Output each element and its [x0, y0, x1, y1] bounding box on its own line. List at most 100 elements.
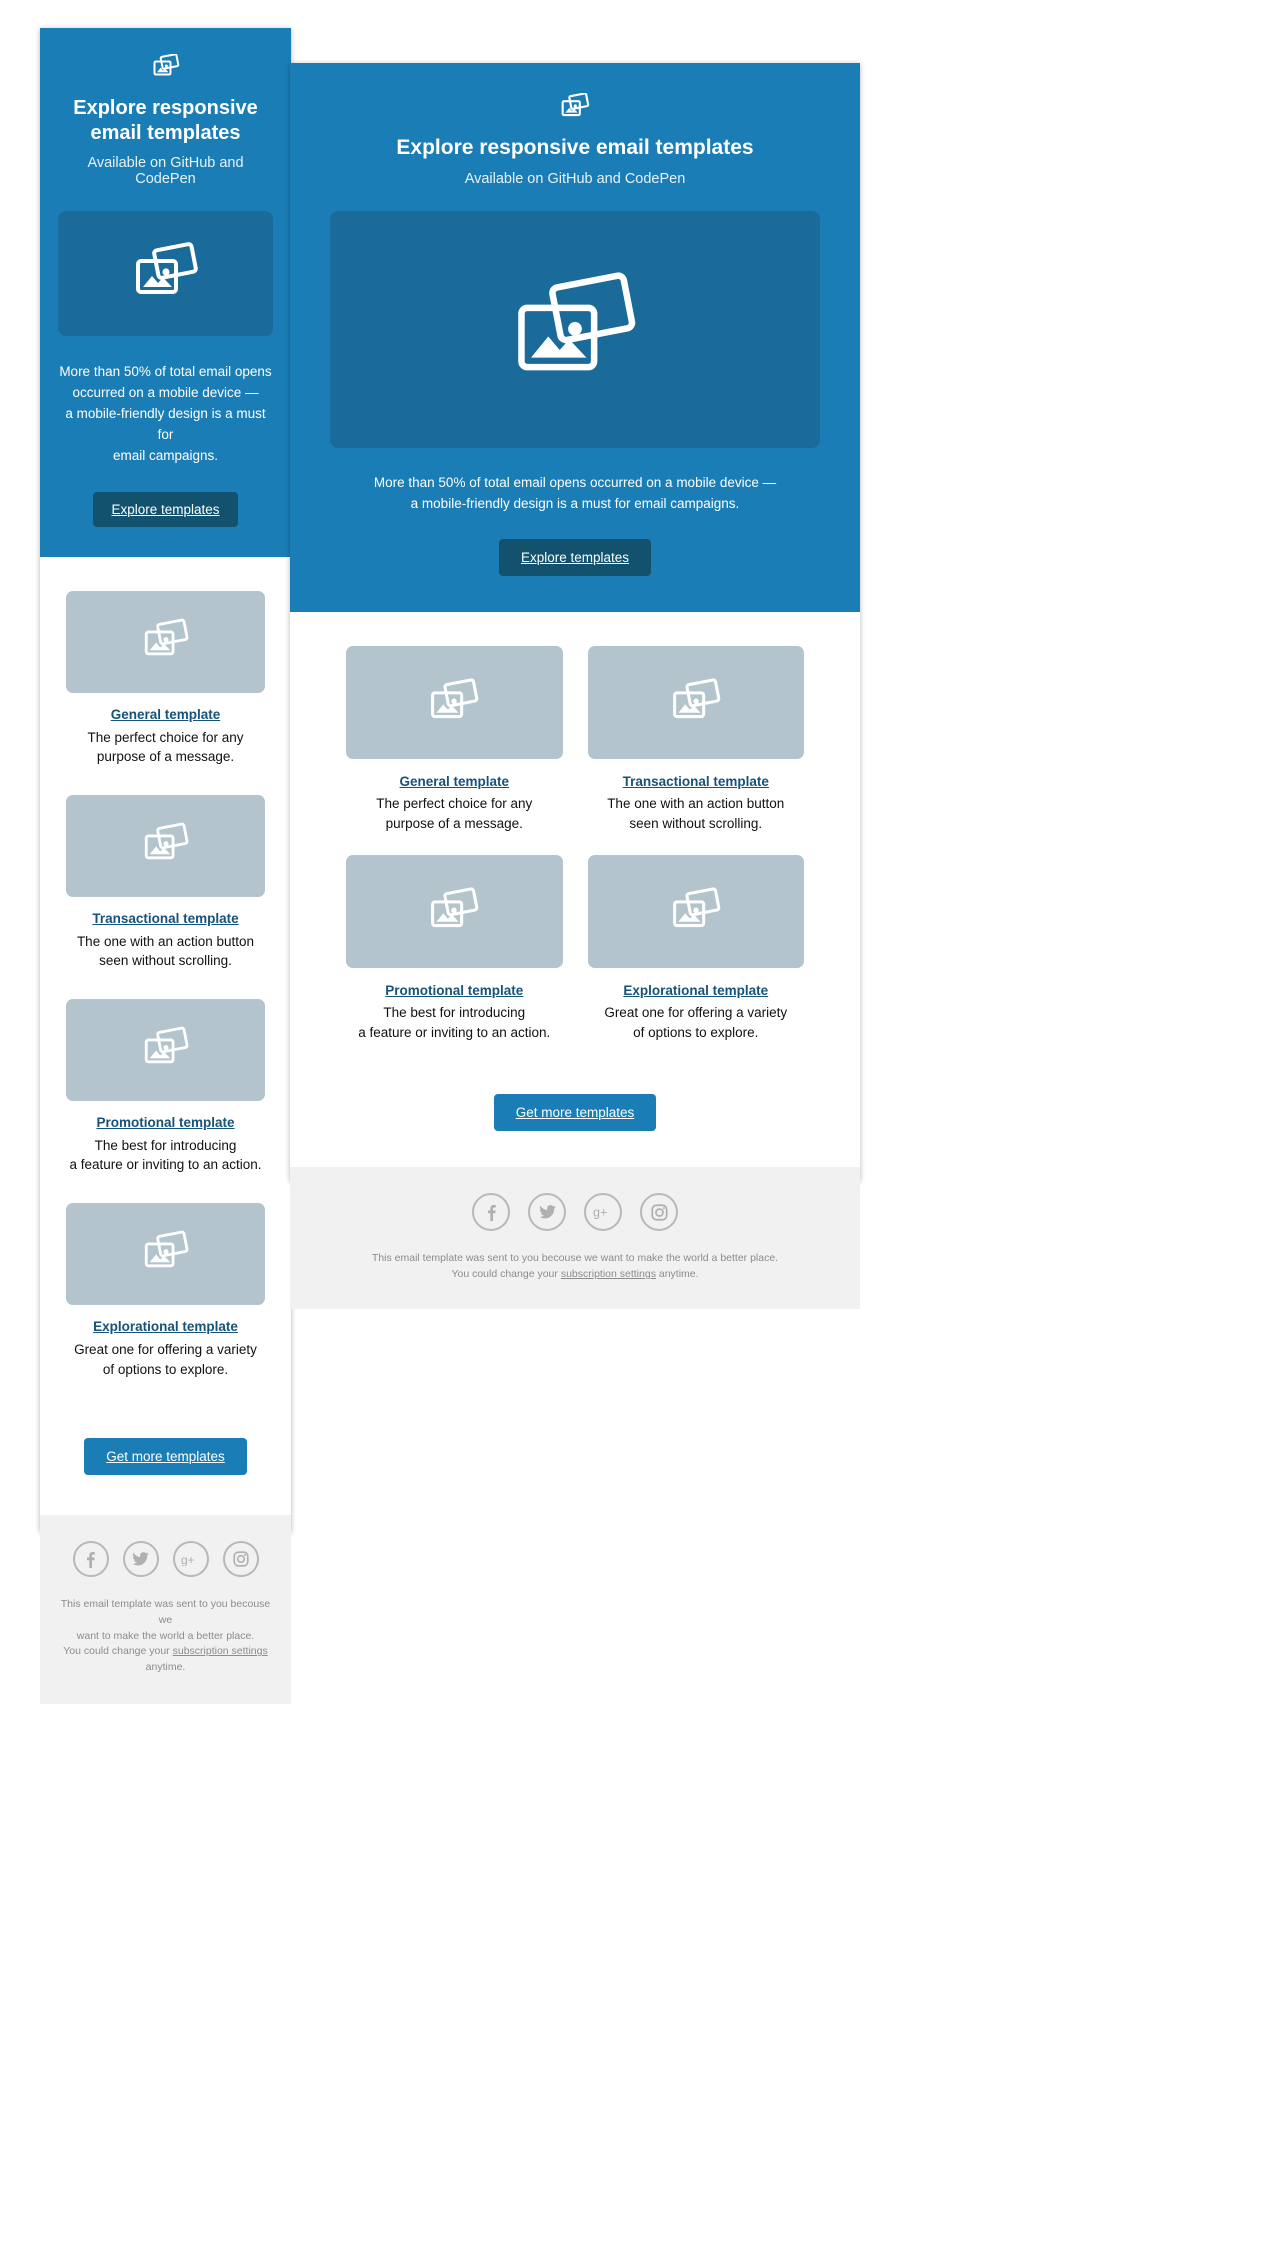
- template-card[interactable]: Explorational template Great one for off…: [587, 855, 805, 1042]
- template-thumbnail: [587, 646, 804, 760]
- mobile-hero-section: Explore responsive email templates Avail…: [40, 28, 291, 557]
- template-title-link[interactable]: General template: [66, 707, 265, 722]
- svg-text:g+: g+: [181, 1553, 195, 1566]
- template-description-line: Great one for offering a variety: [604, 1005, 788, 1021]
- template-thumbnail: [346, 646, 563, 760]
- page-title: Explore responsive email templates: [396, 136, 754, 159]
- mobile-get-more-wrapper: Get more templates: [40, 1407, 291, 1515]
- photo-stack-icon: [330, 93, 820, 119]
- template-title-link[interactable]: Transactional template: [588, 774, 805, 789]
- template-description: The best for introducing a feature or in…: [346, 1003, 563, 1042]
- template-thumbnail: [66, 1202, 265, 1305]
- photo-stack-icon: [58, 54, 273, 78]
- template-card[interactable]: Promotional template The best for introd…: [346, 855, 563, 1042]
- photo-stack-icon: [142, 1026, 190, 1073]
- svg-text:g+: g+: [593, 1206, 607, 1219]
- photo-stack-icon: [132, 242, 200, 305]
- subscription-settings-link[interactable]: subscription settings: [173, 1645, 268, 1657]
- mobile-template-list: General template The perfect choice for …: [40, 557, 291, 1380]
- template-description-line: The perfect choice for any: [376, 796, 533, 812]
- template-title-link[interactable]: Transactional template: [66, 911, 265, 926]
- template-description-line: purpose of a message.: [96, 749, 235, 765]
- hero-body-line: occurred on a mobile device —: [72, 384, 259, 400]
- get-more-templates-button[interactable]: Get more templates: [493, 1094, 657, 1132]
- footer-note-line: anytime.: [145, 1661, 186, 1674]
- get-more-templates-button[interactable]: Get more templates: [84, 1438, 247, 1476]
- photo-stack-icon: [142, 618, 190, 665]
- page-title: Explore responsive email templates: [73, 97, 258, 144]
- photo-stack-icon: [510, 271, 640, 388]
- instagram-icon[interactable]: [222, 1541, 259, 1578]
- template-description: Great one for offering a variety of opti…: [66, 1340, 265, 1379]
- template-thumbnail: [66, 590, 265, 693]
- template-title-link[interactable]: Explorational template: [588, 983, 805, 998]
- google-plus-icon[interactable]: g+: [584, 1193, 622, 1232]
- template-description: Great one for offering a variety of opti…: [588, 1003, 805, 1042]
- hero-body-line: More than 50% of total email opens: [59, 364, 272, 379]
- footer-note-line: This email template was sent to you beco…: [371, 1252, 779, 1265]
- twitter-icon[interactable]: [528, 1193, 566, 1232]
- template-description-line: of options to explore.: [102, 1361, 229, 1377]
- footer-note-line: You could change your: [451, 1268, 561, 1281]
- template-title-link[interactable]: Explorational template: [66, 1319, 265, 1334]
- explore-templates-label: Explore templates: [111, 501, 220, 517]
- twitter-icon[interactable]: [122, 1541, 159, 1578]
- template-card[interactable]: Promotional template The best for introd…: [66, 998, 265, 1175]
- footer-note-line: want to make the world a better place.: [76, 1629, 255, 1642]
- template-description-line: seen without scrolling.: [629, 815, 763, 831]
- hero-image-placeholder: [58, 211, 273, 336]
- template-card[interactable]: Transactional template The one with an a…: [587, 646, 805, 833]
- hero-image-placeholder: [330, 211, 820, 449]
- photo-stack-icon: [428, 678, 480, 728]
- template-title-link[interactable]: General template: [346, 774, 563, 789]
- mobile-footer: g+ This email template was sent to you b…: [40, 1515, 291, 1704]
- template-thumbnail: [66, 998, 265, 1101]
- footer-disclaimer: This email template was sent to you beco…: [310, 1251, 840, 1283]
- footer-note-line: This email template was sent to you beco…: [60, 1598, 271, 1626]
- template-description-line: The one with an action button: [76, 933, 255, 949]
- social-links: g+: [60, 1541, 271, 1578]
- subscription-settings-link[interactable]: subscription settings: [561, 1268, 656, 1280]
- template-description-line: a feature or inviting to an action.: [69, 1157, 262, 1173]
- photo-stack-icon: [142, 1230, 190, 1277]
- template-thumbnail: [587, 855, 804, 969]
- social-links: g+: [310, 1193, 840, 1232]
- template-description-line: The one with an action button: [607, 796, 785, 812]
- photo-stack-icon: [670, 678, 722, 728]
- hero-subtitle: Available on GitHub and CodePen: [87, 155, 244, 187]
- template-thumbnail: [66, 794, 265, 897]
- template-description: The one with an action button seen witho…: [588, 794, 805, 833]
- desktop-hero-section: Explore responsive email templates Avail…: [290, 63, 860, 613]
- template-description: The best for introducing a feature or in…: [66, 1136, 265, 1175]
- google-plus-icon[interactable]: g+: [172, 1541, 209, 1578]
- mobile-email-preview: Explore responsive email templates Avail…: [40, 28, 291, 1704]
- template-description-line: Great one for offering a variety: [74, 1341, 257, 1357]
- hero-body-text: More than 50% of total email opens occur…: [58, 362, 273, 467]
- template-description-line: The best for introducing: [94, 1137, 237, 1153]
- facebook-icon[interactable]: [472, 1193, 510, 1232]
- template-description-line: seen without scrolling.: [99, 953, 232, 969]
- template-card[interactable]: Explorational template Great one for off…: [66, 1202, 265, 1379]
- photo-stack-icon: [670, 887, 722, 937]
- explore-templates-button[interactable]: Explore templates: [93, 491, 238, 527]
- instagram-icon[interactable]: [640, 1193, 678, 1232]
- photo-stack-icon: [142, 822, 190, 869]
- desktop-footer: g+ This email template was sent to you b…: [290, 1167, 860, 1309]
- photo-stack-icon: [428, 887, 480, 937]
- template-description-line: The best for introducing: [383, 1005, 526, 1021]
- hero-body-line: More than 50% of total email opens occur…: [373, 475, 777, 491]
- explore-templates-button[interactable]: Explore templates: [498, 539, 652, 577]
- template-card[interactable]: Transactional template The one with an a…: [66, 794, 265, 971]
- footer-disclaimer: This email template was sent to you beco…: [60, 1597, 271, 1676]
- footer-note-line: You could change your: [63, 1645, 173, 1658]
- template-description-line: a feature or inviting to an action.: [358, 1024, 551, 1040]
- footer-note-line: anytime.: [655, 1268, 699, 1281]
- template-description: The one with an action button seen witho…: [66, 932, 265, 971]
- template-title-link[interactable]: Promotional template: [346, 983, 563, 998]
- template-card[interactable]: General template The perfect choice for …: [346, 646, 563, 833]
- hero-body-line: email campaigns.: [112, 447, 219, 463]
- template-thumbnail: [346, 855, 563, 969]
- template-card[interactable]: General template The perfect choice for …: [66, 590, 265, 767]
- facebook-icon[interactable]: [72, 1541, 109, 1578]
- template-title-link[interactable]: Promotional template: [66, 1115, 265, 1130]
